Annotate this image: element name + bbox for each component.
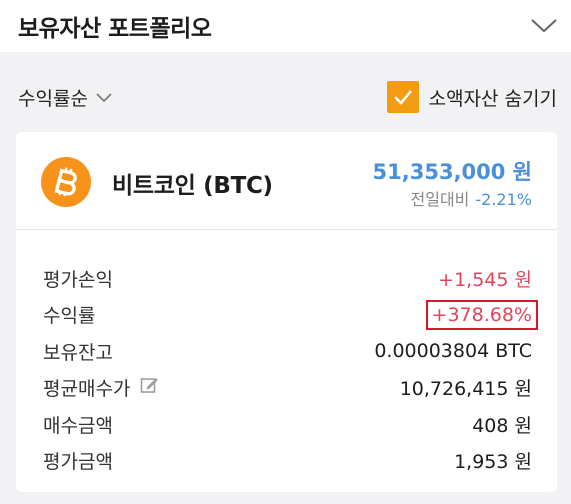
page-title: 보유자산 포트폴리오 [18, 16, 212, 42]
hide-small-assets-toggle[interactable]: 소액자산 숨기기 [386, 81, 557, 113]
hide-small-label: 소액자산 숨기기 [428, 87, 557, 110]
holdings-value: 0.00003804 BTC [374, 340, 532, 363]
average-price-label: 평균매수가 [43, 378, 131, 401]
row-average-price: 평균매수가 10,726,415 원 [16, 370, 557, 407]
return-rate-value: +378.68% [425, 299, 538, 330]
chevron-down-icon[interactable] [529, 14, 559, 38]
check-icon [393, 90, 412, 105]
profit-loss-value: +1,545 원 [438, 268, 532, 291]
sort-label: 수익률순 [18, 87, 88, 110]
row-return-rate: 수익률 +378.68% [16, 297, 557, 334]
asset-details: 평가손익 +1,545 원 수익률 +378.68% 보유잔고 0.000038… [16, 260, 557, 479]
filter-row: 수익률순 소액자산 숨기기 [0, 74, 571, 120]
row-label: 수익률 [43, 305, 96, 328]
asset-name: 비트코인 (BTC) [112, 173, 273, 199]
row-label: 평가손익 [43, 268, 113, 291]
row-label: 평가금액 [43, 451, 113, 474]
row-label: 매수금액 [43, 414, 113, 437]
bitcoin-icon [41, 157, 91, 207]
portfolio-header[interactable]: 보유자산 포트폴리오 [0, 0, 571, 52]
asset-header[interactable]: 비트코인 (BTC) 51,353,000 원 전일대비 -2.21% [16, 132, 557, 230]
row-profit-loss: 평가손익 +1,545 원 [16, 260, 557, 297]
row-label: 평균매수가 [43, 374, 159, 401]
row-holdings: 보유잔고 0.00003804 BTC [16, 333, 557, 370]
valuation-value: 1,953 원 [454, 451, 532, 474]
edit-icon[interactable] [140, 376, 159, 399]
row-valuation: 평가금액 1,953 원 [16, 443, 557, 480]
chevron-down-icon [96, 86, 112, 108]
hide-small-checkbox[interactable] [386, 81, 419, 113]
daily-change-value: -2.21% [475, 190, 532, 209]
row-label: 보유잔고 [43, 341, 113, 364]
daily-change: 전일대비 -2.21% [411, 186, 533, 210]
row-buy-amount: 매수금액 408 원 [16, 406, 557, 443]
sort-dropdown[interactable]: 수익률순 [18, 84, 112, 111]
buy-amount-value: 408 원 [472, 414, 532, 437]
average-price-value: 10,726,415 원 [399, 378, 532, 401]
daily-change-label: 전일대비 [410, 190, 470, 209]
asset-price: 51,353,000 원 [372, 160, 532, 184]
asset-card: 비트코인 (BTC) 51,353,000 원 전일대비 -2.21% 평가손익 … [16, 132, 557, 492]
